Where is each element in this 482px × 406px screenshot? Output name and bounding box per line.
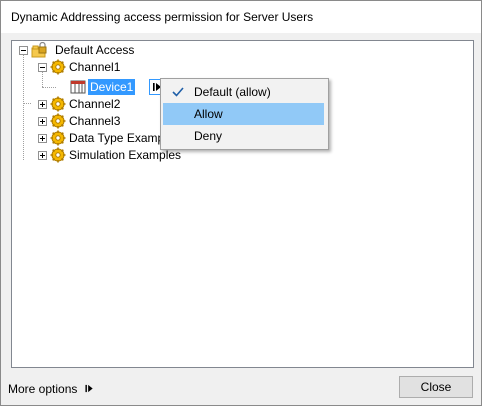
device-icon	[70, 80, 86, 94]
menu-item-deny[interactable]: Deny	[163, 125, 324, 147]
expand-icon[interactable]	[38, 100, 47, 109]
checkmark-icon	[172, 87, 184, 97]
lock-folder-icon	[31, 42, 47, 58]
tree-node-channel1[interactable]: Channel1	[35, 59, 185, 75]
play-arrow-icon	[85, 384, 93, 393]
tree-node-label: Channel3	[69, 114, 121, 128]
tree-node-label: Channel1	[69, 60, 121, 74]
tree-connector-line	[42, 87, 56, 88]
tree-node-label: Channel2	[69, 97, 121, 111]
more-options-label: More options	[8, 382, 78, 396]
close-button[interactable]: Close	[399, 376, 473, 398]
menu-item-label: Default (allow)	[194, 85, 271, 99]
dialog-window: Dynamic Addressing access permission for…	[0, 0, 482, 406]
gear-icon	[50, 147, 66, 163]
expand-icon[interactable]	[38, 134, 47, 143]
expand-icon[interactable]	[38, 117, 47, 126]
menu-item-label: Deny	[194, 129, 223, 143]
dialog-footer: More options Close	[1, 371, 481, 405]
gear-icon	[50, 96, 66, 112]
gear-icon	[50, 59, 66, 75]
dialog-title: Dynamic Addressing access permission for…	[11, 10, 314, 24]
menu-item-default-allow[interactable]: Default (allow)	[163, 81, 324, 103]
tree-node-label: Default Access	[55, 43, 135, 57]
expand-icon[interactable]	[38, 151, 47, 160]
tree-node-default-access[interactable]: Default Access	[16, 42, 216, 58]
menu-item-label: Allow	[194, 107, 223, 121]
tree-connector-line	[23, 55, 24, 160]
access-context-menu: Default (allow) Allow Deny	[160, 78, 329, 150]
tree-node-label-selected: Device1	[88, 79, 136, 95]
menu-item-allow[interactable]: Allow	[163, 103, 324, 125]
tree-connector-line	[23, 103, 31, 104]
collapse-icon[interactable]	[38, 63, 47, 72]
gear-icon	[50, 130, 66, 146]
collapse-icon[interactable]	[19, 46, 28, 55]
gear-icon	[50, 113, 66, 129]
title-bar: Dynamic Addressing access permission for…	[1, 1, 481, 33]
more-options-link[interactable]: More options	[8, 382, 94, 396]
